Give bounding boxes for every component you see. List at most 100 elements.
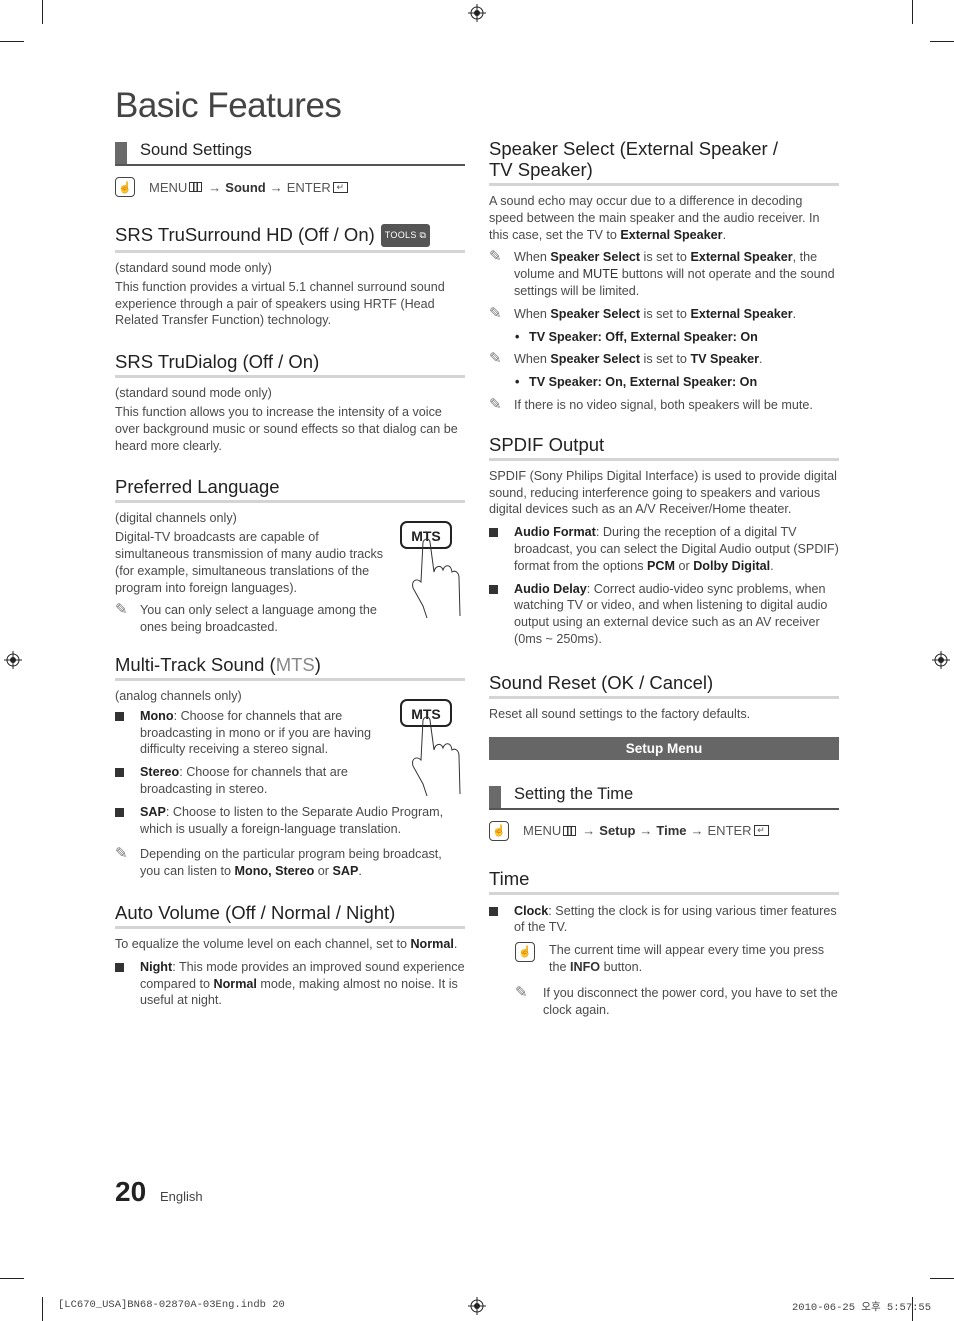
item-text: or <box>675 558 694 573</box>
page-language: English <box>160 1189 203 1204</box>
t: When <box>514 352 551 367</box>
mts-label: MTS <box>411 528 441 544</box>
list-item: SAP: Choose to listen to the Separate Au… <box>115 804 465 838</box>
tip: ☝ The current time will appear every tim… <box>489 942 839 976</box>
b: External Speaker <box>690 306 793 321</box>
t: When <box>514 306 551 321</box>
mode-note: (standard sound mode only) <box>115 261 272 275</box>
heading-spdif-output: SPDIF Output <box>489 434 839 461</box>
crop-mark <box>930 1278 954 1279</box>
heading-time: Time <box>489 868 839 895</box>
menu-step: Sound <box>225 179 266 195</box>
bold-text: Normal <box>410 936 454 951</box>
item-text: : Choose for channels that are broadcast… <box>140 708 372 757</box>
list-item: Mono: Choose for channels that are broad… <box>115 708 390 758</box>
note-text: . <box>358 864 362 879</box>
slug-datetime: 2010-06-25 오후 5:57:55 <box>792 1302 932 1314</box>
note-bold: SAP <box>332 864 359 879</box>
heading-text: ) <box>314 653 321 675</box>
arrow: → <box>208 179 222 195</box>
paragraph: A sound echo may occur due to a differen… <box>489 193 839 243</box>
heading-multi-track-sound: Multi-Track Sound (MTS) <box>115 654 465 681</box>
heading-text: TV Speaker) <box>489 159 593 180</box>
setup-menu-band: Setup Menu <box>489 736 839 760</box>
slug-filename: [LC670_USA]BN68-02870A-03Eng.indb 20 <box>58 1299 285 1311</box>
section-header-setting-time: Setting the Time <box>489 782 839 810</box>
term: Audio Format <box>514 525 596 540</box>
item-text: : Setting the clock is for using various… <box>514 903 837 935</box>
bold-text: PCM <box>647 558 675 573</box>
crop-mark <box>912 0 913 24</box>
mts-label: MTS <box>411 706 441 722</box>
note: ✎ When Speaker Select is set to External … <box>489 305 839 323</box>
term: Clock <box>514 903 549 918</box>
section-bar <box>115 142 127 164</box>
paragraph: This function allows you to increase the… <box>115 404 458 453</box>
page-number: 20 <box>115 1176 147 1207</box>
crop-mark <box>42 1297 43 1321</box>
hand-press-icon: ☝ <box>489 820 509 841</box>
note-text: If there is no video signal, both speake… <box>514 397 813 412</box>
text: To equalize the volume level on each cha… <box>115 936 411 951</box>
hand-press-icon: ☝ <box>115 177 135 197</box>
note-text: or <box>314 864 333 879</box>
crop-mark <box>0 1278 24 1279</box>
note: ✎ You can only select a language among th… <box>115 602 400 636</box>
preferred-language-body: (digital channels only) Digital-TV broad… <box>115 510 465 636</box>
menu-icon <box>563 825 577 836</box>
t: is set to <box>640 250 691 265</box>
bold-text: External Speaker <box>620 227 723 242</box>
paragraph: Digital-TV broadcasts are capable of sim… <box>115 530 384 595</box>
note: ✎ When Speaker Select is set to TV Speake… <box>489 351 839 368</box>
bold-text: Dolby Digital <box>693 558 771 573</box>
term: Night <box>140 959 173 974</box>
tools-badge: TOOLS ⧉ <box>380 224 431 247</box>
t: When <box>514 250 551 265</box>
time-list: Clock: Setting the clock is for using va… <box>489 903 839 937</box>
left-column: Sound Settings ☝ MENU → Sound → ENTER ↵ … <box>115 138 465 1009</box>
note-text: If you disconnect the power cord, you ha… <box>543 985 838 1017</box>
arrow: → <box>582 823 596 839</box>
b: TV Speaker <box>690 352 760 367</box>
menu-step: Setup <box>599 823 636 839</box>
b: Speaker Select <box>550 306 641 321</box>
pencil-note-icon: ✎ <box>515 983 528 1001</box>
bold-text: Normal <box>213 976 257 991</box>
bullet-item: TV Speaker: On, External Speaker: On <box>489 374 839 391</box>
enter-label: ENTER <box>286 179 331 195</box>
paragraph: This function provides a virtual 5.1 cha… <box>115 279 445 328</box>
heading-text: Speaker Select (External Speaker / <box>489 138 778 159</box>
b: Speaker Select <box>550 250 641 265</box>
t: . <box>759 352 763 367</box>
registration-mark-icon <box>4 651 22 669</box>
t: is set to <box>640 352 691 367</box>
paragraph: To equalize the volume level on each cha… <box>115 936 465 953</box>
menu-label: MENU <box>149 179 188 195</box>
heading-text: Multi-Track Sound ( <box>115 653 276 675</box>
t: is set to <box>640 306 691 321</box>
section-header-sound-settings: Sound Settings <box>115 138 465 166</box>
pencil-note-icon: ✎ <box>489 395 502 413</box>
heading-preferred-language: Preferred Language <box>115 476 465 504</box>
note: ✎ If you disconnect the power cord, you h… <box>489 983 839 1019</box>
auto-volume-list: Night: This mode provides an improved so… <box>115 959 465 1009</box>
heading-srs-trudialog: SRS TruDialog (Off / On) <box>115 351 465 379</box>
item-text: : Choose to listen to the Separate Audio… <box>140 804 444 836</box>
list-item: Audio Delay: Correct audio-video sync pr… <box>489 581 839 648</box>
menu-path: ☝ MENU → Sound → ENTER ↵ <box>115 176 465 198</box>
section-bar <box>489 785 501 808</box>
mode-note: (standard sound mode only) <box>115 386 272 401</box>
pencil-note-icon: ✎ <box>489 350 502 368</box>
section-header-text: Setting the Time <box>514 784 634 803</box>
term: SAP <box>140 804 166 819</box>
term: Audio Delay <box>514 581 587 596</box>
heading-mts: MTS <box>275 653 315 675</box>
text: . <box>453 936 458 951</box>
registration-mark-icon <box>468 4 486 22</box>
right-column: Speaker Select (External Speaker / TV Spe… <box>489 138 839 1018</box>
crop-mark <box>930 41 954 42</box>
bullet-item: TV Speaker: Off, External Speaker: On <box>489 329 839 346</box>
mts-button-hand-illustration: MTS <box>400 698 461 797</box>
heading-sound-reset: Sound Reset (OK / Cancel) <box>489 672 839 699</box>
heading-text: SRS TruSurround HD (Off / On) <box>115 224 375 245</box>
